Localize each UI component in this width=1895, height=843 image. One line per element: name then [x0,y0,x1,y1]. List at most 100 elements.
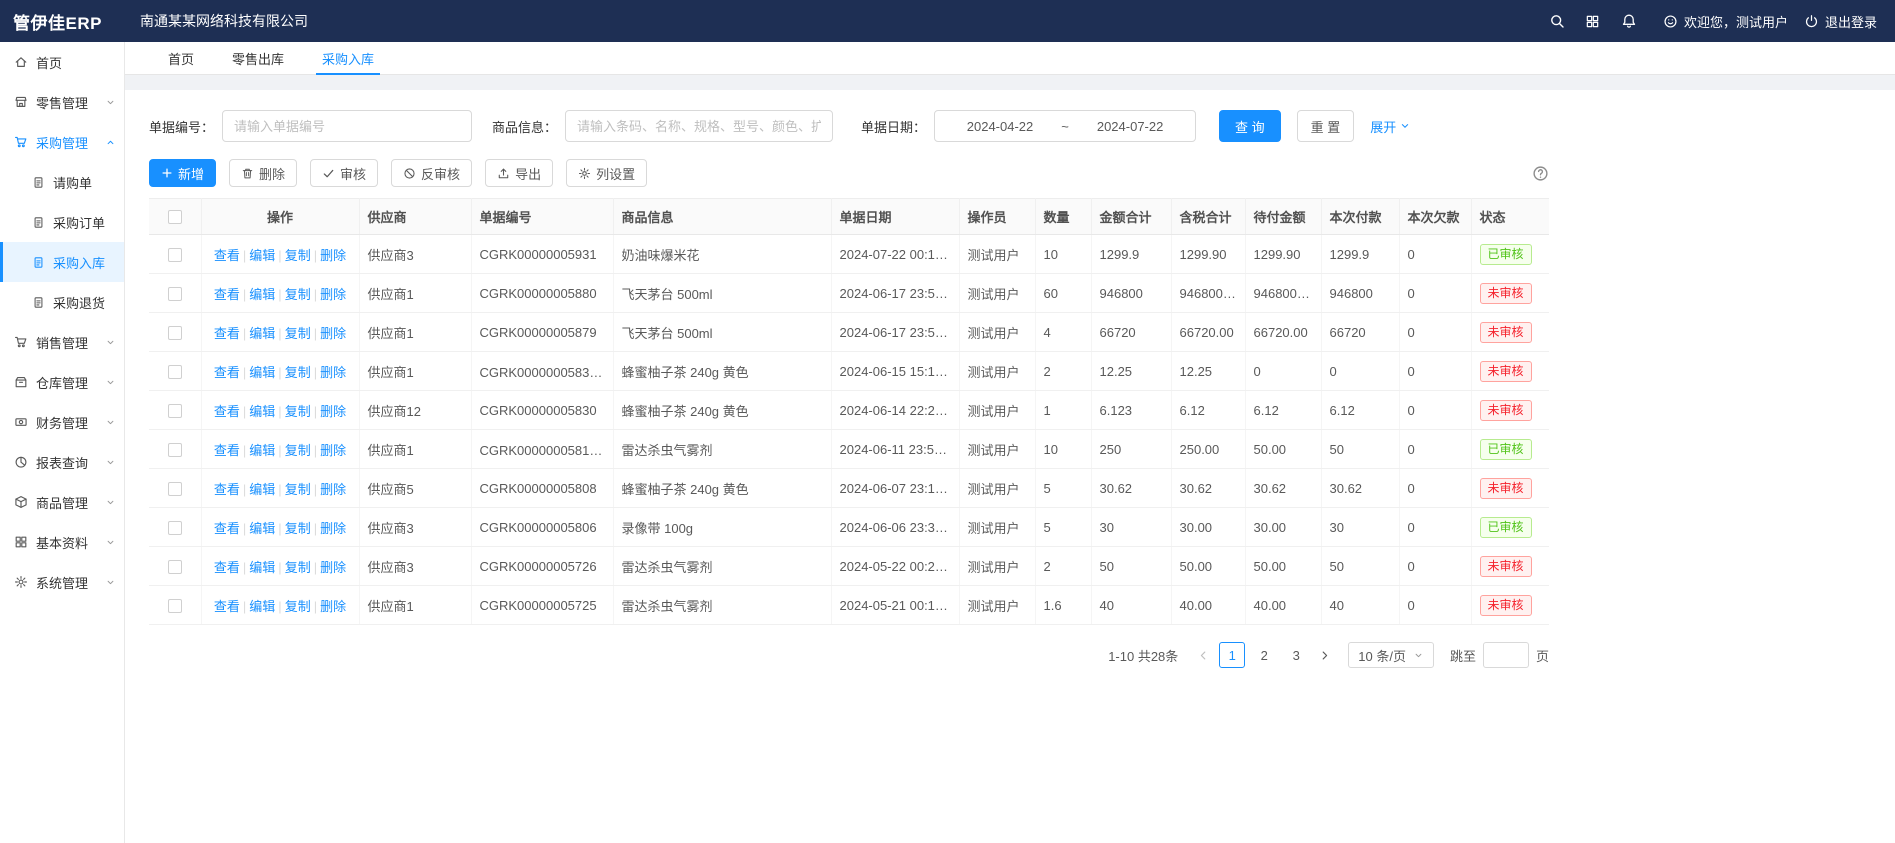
date-range-picker[interactable]: 2024-04-22 ~ 2024-07-22 [934,110,1196,142]
edit-link[interactable]: 编辑 [249,482,275,497]
row-checkbox[interactable] [168,521,182,535]
row-checkbox[interactable] [168,443,182,457]
tax-amount-cell: 12.25 [1171,352,1245,391]
edit-link[interactable]: 编辑 [249,521,275,536]
sidebar-item-warehouse[interactable]: 仓库管理 [0,362,124,402]
row-checkbox[interactable] [168,404,182,418]
edit-link[interactable]: 编辑 [249,326,275,341]
row-checkbox[interactable] [168,287,182,301]
sidebar-item-goods[interactable]: 商品管理 [0,482,124,522]
expand-filters-link[interactable]: 展开 [1370,117,1411,136]
row-checkbox[interactable] [168,248,182,262]
page-number-1[interactable]: 1 [1219,642,1245,668]
audit-button[interactable]: 审核 [310,159,378,187]
bell-icon[interactable] [1611,0,1647,42]
edit-link[interactable]: 编辑 [249,443,275,458]
sidebar-item-purchase-request[interactable]: 请购单 [0,162,124,202]
sidebar-item-purchase[interactable]: 采购管理 [0,122,124,162]
sidebar-item-purchase-return[interactable]: 采购退货 [0,282,124,322]
view-link[interactable]: 查看 [214,248,240,263]
edit-link[interactable]: 编辑 [249,365,275,380]
help-icon[interactable] [1532,165,1549,182]
view-link[interactable]: 查看 [214,365,240,380]
row-checkbox[interactable] [168,326,182,340]
delete-link[interactable]: 删除 [320,443,346,458]
product-info-input[interactable] [565,110,833,142]
copy-link[interactable]: 复制 [285,560,311,575]
copy-link[interactable]: 复制 [285,599,311,614]
delete-link[interactable]: 删除 [320,521,346,536]
edit-link[interactable]: 编辑 [249,404,275,419]
logout-button[interactable]: 退出登录 [1804,12,1877,31]
sidebar-item-retail[interactable]: 零售管理 [0,82,124,122]
copy-link[interactable]: 复制 [285,287,311,302]
view-link[interactable]: 查看 [214,482,240,497]
tab-purchase-inbound[interactable]: 采购入库 [303,42,393,74]
table-row: 查看|编辑|复制|删除 供应商3 CGRK00000005806 录像带 100… [149,508,1549,547]
edit-link[interactable]: 编辑 [249,599,275,614]
user-welcome[interactable]: 欢迎您，测试用户 [1663,12,1788,31]
copy-link[interactable]: 复制 [285,404,311,419]
export-button[interactable]: 导出 [485,159,553,187]
copy-link[interactable]: 复制 [285,443,311,458]
sidebar-item-finance[interactable]: 财务管理 [0,402,124,442]
view-link[interactable]: 查看 [214,599,240,614]
view-link[interactable]: 查看 [214,326,240,341]
sidebar-item-system[interactable]: 系统管理 [0,562,124,602]
copy-link[interactable]: 复制 [285,482,311,497]
copy-link[interactable]: 复制 [285,365,311,380]
sidebar-item-reports[interactable]: 报表查询 [0,442,124,482]
ban-icon [403,167,416,180]
search-button[interactable]: 查 询 [1219,110,1281,142]
page-number-3[interactable]: 3 [1283,642,1309,668]
bill-no-input[interactable] [222,110,472,142]
delete-button[interactable]: 删除 [229,159,297,187]
reset-button[interactable]: 重 置 [1297,110,1355,142]
delete-link[interactable]: 删除 [320,365,346,380]
app-logo[interactable]: 管伊佳ERP [0,9,124,34]
delete-link[interactable]: 删除 [320,248,346,263]
column-settings-button[interactable]: 列设置 [566,159,647,187]
sidebar-item-home[interactable]: 首页 [0,42,124,82]
copy-link[interactable]: 复制 [285,248,311,263]
date-start-value[interactable]: 2024-04-22 [967,119,1034,134]
add-button[interactable]: 新增 [149,159,216,187]
sidebar-item-basic-data[interactable]: 基本资料 [0,522,124,562]
sidebar-item-purchase-order[interactable]: 采购订单 [0,202,124,242]
chevron-down-icon [105,417,116,428]
delete-link[interactable]: 删除 [320,326,346,341]
sidebar-item-sales[interactable]: 销售管理 [0,322,124,362]
delete-link[interactable]: 删除 [320,287,346,302]
tab-retail-outbound[interactable]: 零售出库 [213,42,303,74]
jump-page-input[interactable] [1483,642,1529,668]
edit-link[interactable]: 编辑 [249,287,275,302]
select-all-checkbox[interactable] [168,210,182,224]
row-checkbox[interactable] [168,482,182,496]
delete-link[interactable]: 删除 [320,404,346,419]
row-checkbox[interactable] [168,599,182,613]
row-checkbox[interactable] [168,365,182,379]
tab-home[interactable]: 首页 [149,42,213,74]
view-link[interactable]: 查看 [214,560,240,575]
sidebar-item-purchase-inbound[interactable]: 采购入库 [0,242,124,282]
view-link[interactable]: 查看 [214,521,240,536]
edit-link[interactable]: 编辑 [249,560,275,575]
prev-page-button[interactable] [1194,649,1213,662]
copy-link[interactable]: 复制 [285,521,311,536]
view-link[interactable]: 查看 [214,443,240,458]
search-icon[interactable] [1539,0,1575,42]
row-checkbox[interactable] [168,560,182,574]
delete-link[interactable]: 删除 [320,599,346,614]
next-page-button[interactable] [1315,649,1334,662]
edit-link[interactable]: 编辑 [249,248,275,263]
apps-grid-icon[interactable] [1575,0,1611,42]
view-link[interactable]: 查看 [214,287,240,302]
copy-link[interactable]: 复制 [285,326,311,341]
page-size-select[interactable]: 10 条/页 [1348,642,1434,668]
delete-link[interactable]: 删除 [320,482,346,497]
delete-link[interactable]: 删除 [320,560,346,575]
view-link[interactable]: 查看 [214,404,240,419]
page-number-2[interactable]: 2 [1251,642,1277,668]
unaudit-button[interactable]: 反审核 [391,159,472,187]
date-end-value[interactable]: 2024-07-22 [1097,119,1164,134]
